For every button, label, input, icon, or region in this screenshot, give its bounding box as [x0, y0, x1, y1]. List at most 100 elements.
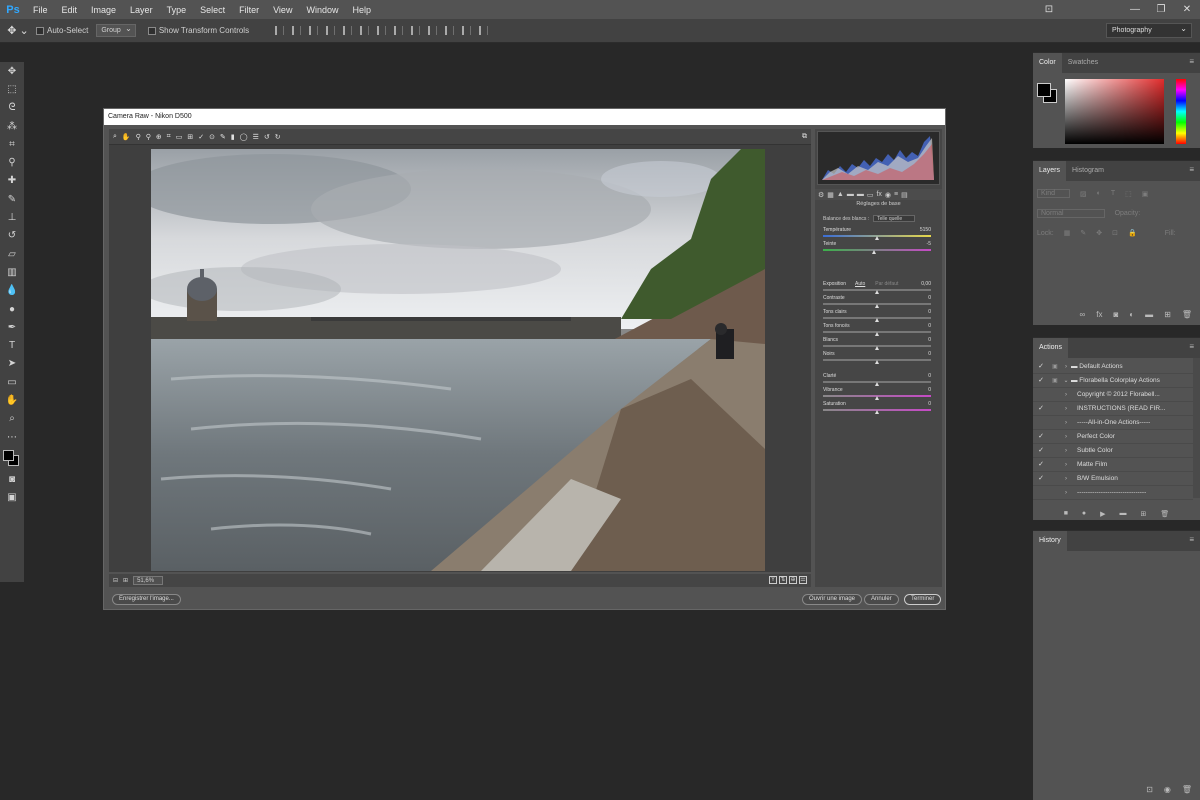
screen-mode-icon[interactable]: ▣	[0, 489, 24, 507]
slider-value[interactable]: 0	[928, 373, 931, 379]
move-tool-icon[interactable]: ✥	[0, 62, 24, 80]
action-toggle-checkbox[interactable]: ✓	[1033, 374, 1049, 387]
more-tools-icon[interactable]: ⋯	[0, 428, 24, 446]
slider-value[interactable]: 0	[928, 401, 931, 407]
zoom-in-icon[interactable]: ⊞	[123, 577, 128, 584]
default-button[interactable]: Par défaut	[875, 281, 898, 287]
copy-settings-icon[interactable]: ⊕	[789, 576, 797, 584]
menu-edit[interactable]: Edit	[55, 5, 85, 15]
straighten-tool-icon[interactable]: ▭	[176, 133, 183, 141]
foreground-color-chip[interactable]	[1037, 83, 1051, 97]
hand-tool-icon[interactable]: ✋	[122, 133, 131, 141]
fullscreen-icon[interactable]: ⧉	[802, 133, 807, 141]
maximize-button[interactable]: ❐	[1148, 4, 1174, 15]
auto-align-icon[interactable]	[479, 26, 489, 35]
slider-value[interactable]: 0	[928, 295, 931, 301]
menu-layer[interactable]: Layer	[123, 5, 160, 15]
slider-thumb[interactable]	[874, 346, 879, 350]
blur-tool-icon[interactable]: 💧	[0, 282, 24, 300]
photo-preview[interactable]	[151, 149, 765, 571]
expand-chevron-icon[interactable]: ›	[1061, 458, 1071, 471]
slider-track[interactable]	[823, 249, 931, 251]
transform-tool-icon[interactable]: ⊞	[187, 133, 193, 141]
slider-value[interactable]: 5150	[920, 227, 931, 233]
align-left-icon[interactable]	[326, 26, 336, 35]
menu-file[interactable]: File	[26, 5, 55, 15]
open-image-button[interactable]: Ouvrir une image	[802, 594, 863, 605]
action-dialog-toggle[interactable]	[1049, 416, 1061, 429]
quick-mask-icon[interactable]: ◙	[0, 470, 24, 488]
expand-chevron-icon[interactable]: ›	[1061, 444, 1071, 457]
tab-color[interactable]: Color	[1033, 53, 1062, 73]
action-dialog-toggle[interactable]: ▣	[1049, 374, 1061, 387]
crop-tool-icon[interactable]: ⌗	[0, 135, 24, 153]
foreground-color-swatch[interactable]	[3, 450, 14, 462]
expand-chevron-icon[interactable]: ›	[1061, 388, 1071, 401]
slider-value[interactable]: 0,00	[921, 281, 931, 287]
lasso-tool-icon[interactable]: ᘓ	[0, 99, 24, 117]
zoom-tool-icon[interactable]: ⌕	[0, 410, 24, 428]
distribute-bottom-icon[interactable]	[411, 26, 421, 35]
action-dialog-toggle[interactable]: ▣	[1049, 360, 1061, 373]
action-toggle-checkbox[interactable]: ✓	[1033, 430, 1049, 443]
action-dialog-toggle[interactable]	[1049, 430, 1061, 443]
expand-chevron-icon[interactable]: ›	[1061, 430, 1071, 443]
layer-mask-icon[interactable]: ◙	[1113, 310, 1118, 319]
action-dialog-toggle[interactable]	[1049, 486, 1061, 499]
menu-window[interactable]: Window	[299, 5, 345, 15]
auto-button[interactable]: Auto	[855, 281, 865, 287]
zoom-out-icon[interactable]: ⊟	[113, 577, 118, 584]
lock-all-icon[interactable]: 🔒	[1128, 229, 1137, 237]
tab-history[interactable]: History	[1033, 531, 1067, 551]
record-icon[interactable]: ●	[1082, 510, 1086, 518]
expand-chevron-icon[interactable]: ›	[1061, 486, 1071, 499]
snapshot-icon[interactable]: ◉	[1164, 785, 1171, 794]
eyedropper-tool-icon[interactable]: ⚲	[0, 153, 24, 171]
tab-histogram[interactable]: Histogram	[1066, 161, 1110, 181]
lens-tab-icon[interactable]: ▭	[867, 191, 874, 199]
slider-value[interactable]: -5	[927, 241, 931, 247]
action-toggle-checkbox[interactable]	[1033, 486, 1049, 499]
action-row[interactable]: ✓ › INSTRUCTIONS (READ FIR...	[1033, 402, 1193, 416]
share-icon[interactable]: ⊡	[1036, 4, 1062, 15]
history-brush-tool-icon[interactable]: ↺	[0, 227, 24, 245]
delete-state-icon[interactable]: 🗑	[1182, 785, 1192, 794]
move-tool-preset-icon[interactable]: ✥ ⌄	[0, 24, 36, 37]
hsl-tab-icon[interactable]: ▬	[847, 191, 854, 198]
before-after-icon[interactable]: Y	[769, 576, 777, 584]
action-row[interactable]: › Copyright © 2012 Florabell...	[1033, 388, 1193, 402]
action-row[interactable]: › --------------------------------	[1033, 486, 1193, 500]
tone-curve-tab-icon[interactable]: ▦	[827, 191, 834, 199]
show-transform-checkbox[interactable]	[147, 26, 156, 35]
minimize-button[interactable]: —	[1122, 4, 1148, 15]
blend-mode-dropdown[interactable]: Normal	[1037, 209, 1105, 218]
slider-thumb[interactable]	[874, 304, 879, 308]
distribute-top-icon[interactable]	[377, 26, 387, 35]
color-sampler-tool-icon[interactable]: ⚲	[146, 133, 151, 141]
action-dialog-toggle[interactable]	[1049, 458, 1061, 471]
auto-select-checkbox[interactable]	[36, 26, 44, 35]
cancel-button[interactable]: Annuler	[864, 594, 899, 605]
presets-tab-icon[interactable]: ≡	[894, 191, 898, 198]
delete-layer-icon[interactable]: 🗑	[1182, 310, 1192, 319]
healing-brush-tool-icon[interactable]: ✚	[0, 172, 24, 190]
slider-value[interactable]: 0	[928, 351, 931, 357]
action-row[interactable]: › -----All-in-One Actions-----	[1033, 416, 1193, 430]
workspace-dropdown[interactable]: Photography	[1106, 22, 1192, 38]
slider-thumb[interactable]	[874, 318, 879, 322]
slider-value[interactable]: 0	[928, 337, 931, 343]
menu-type[interactable]: Type	[160, 5, 194, 15]
tab-actions[interactable]: Actions	[1033, 338, 1068, 358]
path-selection-tool-icon[interactable]: ➤	[0, 355, 24, 373]
dodge-tool-icon[interactable]: ●	[0, 300, 24, 318]
rotate-left-icon[interactable]: ↺	[264, 133, 270, 141]
action-dialog-toggle[interactable]	[1049, 444, 1061, 457]
distribute-left-icon[interactable]	[428, 26, 438, 35]
quick-select-tool-icon[interactable]: ⁂	[0, 117, 24, 135]
marquee-tool-icon[interactable]: ⬚	[0, 80, 24, 98]
action-row[interactable]: ✓ › Perfect Color	[1033, 430, 1193, 444]
white-balance-tool-icon[interactable]: ⚲	[136, 133, 141, 141]
stop-icon[interactable]: ■	[1064, 510, 1068, 518]
filter-pixel-icon[interactable]: ▨	[1080, 190, 1087, 198]
save-image-button[interactable]: Enregistrer l'image...	[112, 594, 181, 605]
